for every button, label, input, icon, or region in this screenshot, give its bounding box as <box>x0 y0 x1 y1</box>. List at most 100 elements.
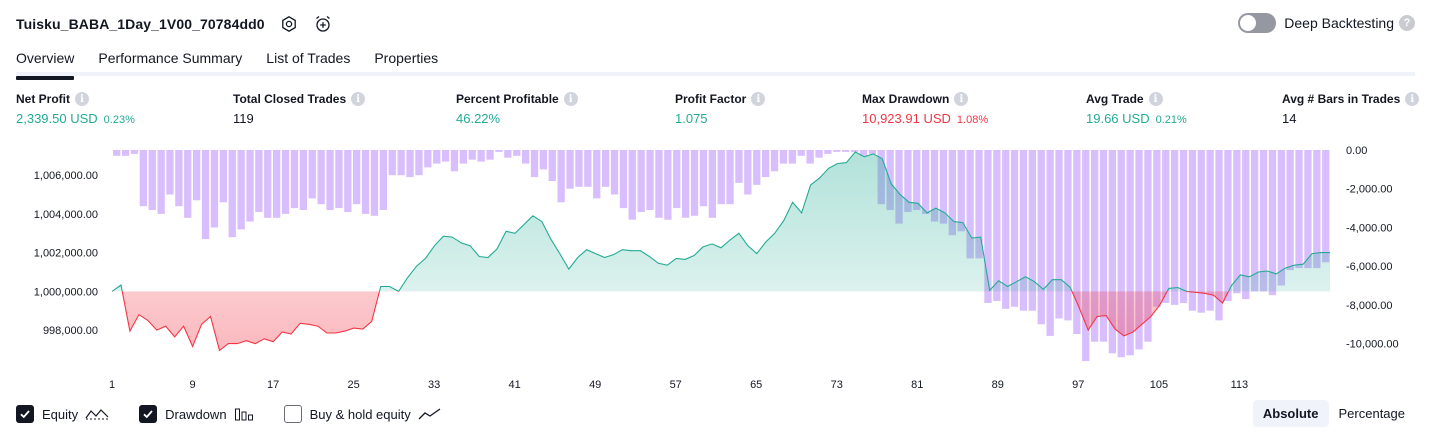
info-icon[interactable]: i <box>351 92 366 106</box>
legend-drawdown[interactable]: Drawdown <box>139 405 253 423</box>
x-axis-tick-label: 89 <box>992 379 1004 391</box>
x-axis-tick-label: 57 <box>670 379 682 391</box>
drawdown-bar <box>193 150 201 201</box>
drawdown-bar <box>344 150 352 212</box>
drawdown-bar <box>1206 150 1214 311</box>
drawdown-bar <box>255 150 263 212</box>
drawdown-bar <box>717 150 725 205</box>
metric-label: Avg # Bars in Trades <box>1282 92 1401 106</box>
add-alert-icon[interactable] <box>313 14 333 34</box>
metric-label: Max Drawdown <box>862 92 950 106</box>
tab-performance-summary[interactable]: Performance Summary <box>98 44 242 76</box>
legend-equity-label: Equity <box>42 406 79 422</box>
drawdown-bar <box>690 150 699 216</box>
metric-value: 119 <box>233 111 254 126</box>
x-axis-tick-label: 1 <box>109 379 115 391</box>
drawdown-bar <box>530 150 539 178</box>
drawdown-bar <box>922 150 930 214</box>
drawdown-bar <box>504 150 512 158</box>
metrics-row: Net Profit i 2,339.50 USD 0.23% Total Clos… <box>16 92 1420 132</box>
drawdown-bar <box>264 150 272 218</box>
drawdown-bar <box>415 150 423 176</box>
drawdown-bar <box>1197 150 1205 313</box>
drawdown-bar <box>335 150 343 209</box>
drawdown-bar <box>779 150 788 164</box>
settings-icon[interactable] <box>279 14 299 34</box>
drawdown-bar <box>566 150 574 189</box>
info-icon[interactable]: i <box>1405 92 1420 106</box>
buy-hold-checkbox[interactable] <box>283 405 302 423</box>
x-axis-tick-label: 81 <box>911 379 923 391</box>
metric-value: 19.66 USD <box>1086 111 1150 126</box>
metric-net-profit: Net Profit i 2,339.50 USD 0.23% <box>16 92 135 126</box>
info-icon[interactable]: i <box>563 92 578 106</box>
drawdown-bar <box>148 150 156 210</box>
info-icon[interactable]: i <box>75 92 89 106</box>
info-icon[interactable]: i <box>751 92 766 106</box>
tab-properties[interactable]: Properties <box>374 44 438 76</box>
drawdown-bar <box>646 150 654 210</box>
drawdown-bar <box>157 150 165 214</box>
metric-percent-profitable: Percent Profitable i 46.22% <box>456 92 578 126</box>
drawdown-bar <box>1304 150 1312 269</box>
right-axis-tick-label: 0.00 <box>1346 145 1367 157</box>
x-axis-tick-label: 33 <box>428 379 440 391</box>
drawdown-bar <box>833 150 841 152</box>
deep-backtesting-toggle-group: Deep Backtesting ? <box>1238 13 1415 33</box>
help-icon[interactable]: ? <box>1399 15 1415 31</box>
drawdown-bar <box>513 150 521 156</box>
drawdown-bar <box>957 150 965 232</box>
left-axis-tick-label: 1,006,000.00 <box>34 170 98 182</box>
right-axis-tick-label: -6,000.00 <box>1346 261 1392 273</box>
drawdown-bar <box>175 150 183 207</box>
drawdown-bar <box>708 150 716 218</box>
scale-switch: Absolute Percentage <box>1252 400 1416 427</box>
drawdown-bar <box>806 150 814 164</box>
metric-total-closed-trades: Total Closed Trades i 119 <box>233 92 366 126</box>
equity-drawdown-chart[interactable]: 998,000.00 1,000,000.00 1,002,000.00 1,004,… <box>0 140 1431 400</box>
metric-profit-factor: Profit Factor i 1.075 <box>675 92 766 126</box>
drawdown-bar <box>1259 150 1268 292</box>
right-axis-tick-label: -2,000.00 <box>1346 184 1392 196</box>
drawdown-bar <box>379 150 387 210</box>
drawdown-bar <box>993 150 1001 301</box>
metric-percent: 0.21% <box>1155 114 1187 126</box>
drawdown-checkbox[interactable] <box>139 405 158 423</box>
x-axis-tick-label: 9 <box>189 379 195 391</box>
drawdown-bar <box>735 150 743 183</box>
legend-equity[interactable]: Equity <box>16 405 109 423</box>
deep-backtesting-toggle[interactable] <box>1238 13 1277 33</box>
metric-value: 46.22% <box>456 111 501 126</box>
metric-percent: 0.23% <box>103 114 135 126</box>
drawdown-bars-icon <box>234 407 254 421</box>
metric-label: Net Profit <box>16 92 70 106</box>
info-icon[interactable]: i <box>954 92 969 106</box>
drawdown-bar <box>1224 150 1232 301</box>
equity-checkbox[interactable] <box>16 405 34 423</box>
legend-buy-hold[interactable]: Buy & hold equity <box>283 405 442 423</box>
info-icon[interactable]: i <box>1148 92 1163 106</box>
metric-label: Profit Factor <box>675 92 747 106</box>
drawdown-bar <box>397 150 405 176</box>
x-axis-tick-label: 105 <box>1150 379 1168 391</box>
percentage-button[interactable]: Percentage <box>1329 400 1416 427</box>
right-axis-tick-label: -4,000.00 <box>1346 223 1392 235</box>
tab-list-of-trades[interactable]: List of Trades <box>266 44 350 76</box>
drawdown-bar <box>593 150 601 199</box>
drawdown-bar <box>388 150 396 176</box>
drawdown-bar <box>1153 150 1161 307</box>
metric-label: Percent Profitable <box>456 92 559 106</box>
drawdown-bar <box>1055 150 1063 319</box>
drawdown-bar <box>166 150 174 195</box>
equity-line-icon <box>85 407 109 421</box>
chart-svg[interactable]: 998,000.00 1,000,000.00 1,002,000.00 1,004,… <box>0 140 1431 400</box>
tab-overview[interactable]: Overview <box>16 44 75 80</box>
absolute-button[interactable]: Absolute <box>1252 400 1329 427</box>
x-axis-tick-label: 41 <box>508 379 520 391</box>
metric-value: 2,339.50 USD <box>16 111 98 126</box>
drawdown-bar <box>824 150 832 154</box>
tab-bar: Overview Performance Summary List of Tra… <box>16 44 1415 80</box>
left-axis-tick-label: 998,000.00 <box>43 325 98 337</box>
drawdown-bar <box>1233 150 1241 294</box>
metric-label: Total Closed Trades <box>233 92 347 106</box>
